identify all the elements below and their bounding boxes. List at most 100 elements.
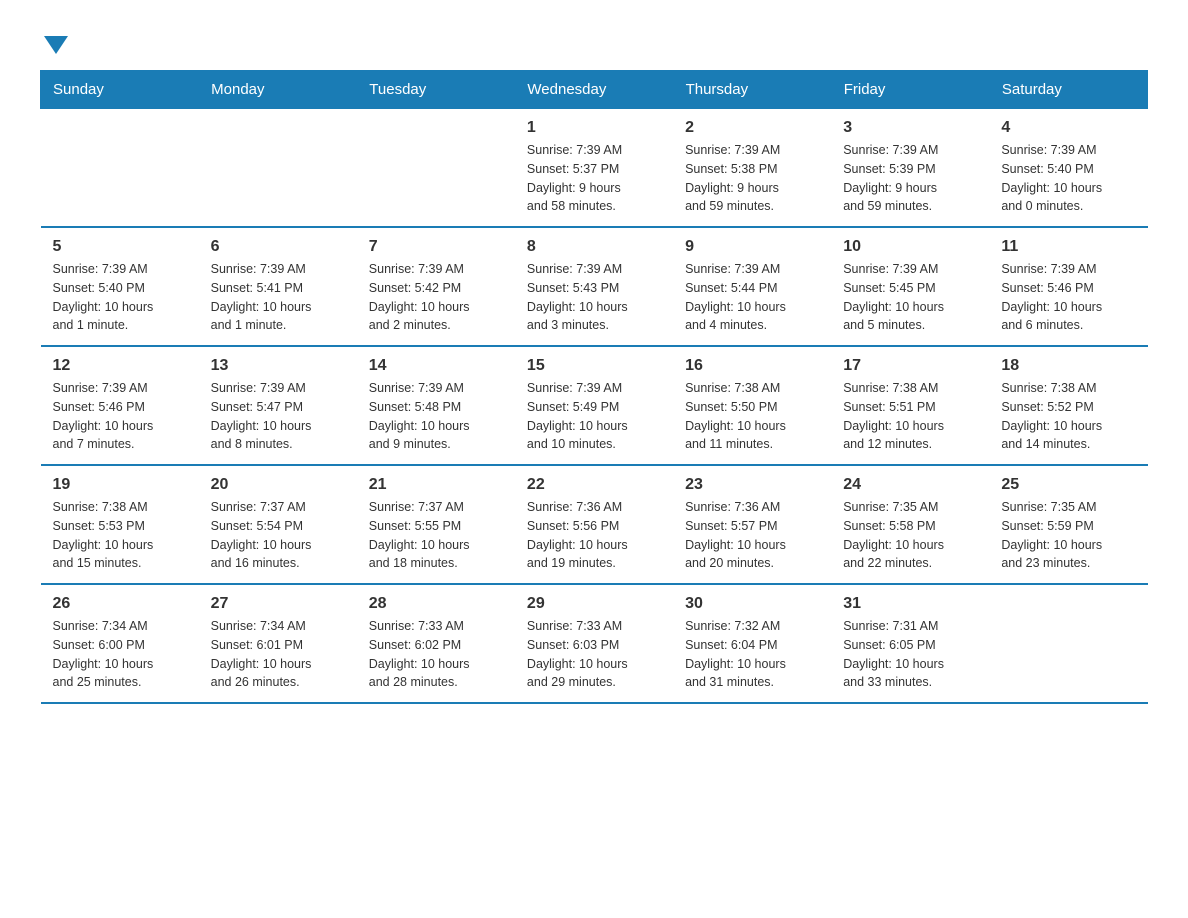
day-number: 21: [369, 476, 503, 494]
day-number: 11: [1001, 238, 1135, 256]
day-info: Sunrise: 7:33 AMSunset: 6:03 PMDaylight:…: [527, 617, 661, 692]
day-info: Sunrise: 7:39 AMSunset: 5:40 PMDaylight:…: [1001, 141, 1135, 216]
day-number: 26: [53, 595, 187, 613]
day-info: Sunrise: 7:38 AMSunset: 5:52 PMDaylight:…: [1001, 379, 1135, 454]
day-info: Sunrise: 7:33 AMSunset: 6:02 PMDaylight:…: [369, 617, 503, 692]
day-number: 30: [685, 595, 819, 613]
day-number: 9: [685, 238, 819, 256]
day-info: Sunrise: 7:39 AMSunset: 5:37 PMDaylight:…: [527, 141, 661, 216]
day-info: Sunrise: 7:38 AMSunset: 5:50 PMDaylight:…: [685, 379, 819, 454]
day-number: 25: [1001, 476, 1135, 494]
calendar-cell: 13 Sunrise: 7:39 AMSunset: 5:47 PMDayligh…: [199, 346, 357, 465]
day-info: Sunrise: 7:39 AMSunset: 5:49 PMDaylight:…: [527, 379, 661, 454]
calendar-cell: 18 Sunrise: 7:38 AMSunset: 5:52 PMDayligh…: [989, 346, 1147, 465]
week-row-4: 19 Sunrise: 7:38 AMSunset: 5:53 PMDayligh…: [41, 465, 1148, 584]
calendar-cell: 21 Sunrise: 7:37 AMSunset: 5:55 PMDayligh…: [357, 465, 515, 584]
day-info: Sunrise: 7:32 AMSunset: 6:04 PMDaylight:…: [685, 617, 819, 692]
calendar-cell: 22 Sunrise: 7:36 AMSunset: 5:56 PMDayligh…: [515, 465, 673, 584]
calendar-cell: 1 Sunrise: 7:39 AMSunset: 5:37 PMDaylight…: [515, 109, 673, 228]
day-number: 29: [527, 595, 661, 613]
day-info: Sunrise: 7:39 AMSunset: 5:46 PMDaylight:…: [53, 379, 187, 454]
header-sunday: Sunday: [41, 71, 199, 109]
calendar-cell: 5 Sunrise: 7:39 AMSunset: 5:40 PMDaylight…: [41, 227, 199, 346]
calendar-cell: 29 Sunrise: 7:33 AMSunset: 6:03 PMDayligh…: [515, 584, 673, 703]
day-info: Sunrise: 7:39 AMSunset: 5:43 PMDaylight:…: [527, 260, 661, 335]
logo-triangle-icon: [44, 36, 68, 54]
day-number: 13: [211, 357, 345, 375]
day-info: Sunrise: 7:39 AMSunset: 5:45 PMDaylight:…: [843, 260, 977, 335]
day-info: Sunrise: 7:37 AMSunset: 5:55 PMDaylight:…: [369, 498, 503, 573]
header-thursday: Thursday: [673, 71, 831, 109]
day-number: 14: [369, 357, 503, 375]
week-row-2: 5 Sunrise: 7:39 AMSunset: 5:40 PMDaylight…: [41, 227, 1148, 346]
week-row-3: 12 Sunrise: 7:39 AMSunset: 5:46 PMDayligh…: [41, 346, 1148, 465]
header-monday: Monday: [199, 71, 357, 109]
calendar-cell: 8 Sunrise: 7:39 AMSunset: 5:43 PMDaylight…: [515, 227, 673, 346]
day-info: Sunrise: 7:38 AMSunset: 5:51 PMDaylight:…: [843, 379, 977, 454]
day-info: Sunrise: 7:39 AMSunset: 5:46 PMDaylight:…: [1001, 260, 1135, 335]
calendar-cell: 27 Sunrise: 7:34 AMSunset: 6:01 PMDayligh…: [199, 584, 357, 703]
day-info: Sunrise: 7:39 AMSunset: 5:44 PMDaylight:…: [685, 260, 819, 335]
calendar-cell: 11 Sunrise: 7:39 AMSunset: 5:46 PMDayligh…: [989, 227, 1147, 346]
calendar-cell: 23 Sunrise: 7:36 AMSunset: 5:57 PMDayligh…: [673, 465, 831, 584]
calendar-cell: 15 Sunrise: 7:39 AMSunset: 5:49 PMDayligh…: [515, 346, 673, 465]
day-number: 10: [843, 238, 977, 256]
day-info: Sunrise: 7:39 AMSunset: 5:38 PMDaylight:…: [685, 141, 819, 216]
header-tuesday: Tuesday: [357, 71, 515, 109]
week-row-1: 1 Sunrise: 7:39 AMSunset: 5:37 PMDaylight…: [41, 109, 1148, 228]
day-info: Sunrise: 7:38 AMSunset: 5:53 PMDaylight:…: [53, 498, 187, 573]
day-number: 18: [1001, 357, 1135, 375]
day-number: 17: [843, 357, 977, 375]
header-wednesday: Wednesday: [515, 71, 673, 109]
calendar-body: 1 Sunrise: 7:39 AMSunset: 5:37 PMDaylight…: [41, 109, 1148, 704]
day-info: Sunrise: 7:34 AMSunset: 6:01 PMDaylight:…: [211, 617, 345, 692]
calendar-cell: [989, 584, 1147, 703]
day-number: 3: [843, 119, 977, 137]
calendar-cell: 3 Sunrise: 7:39 AMSunset: 5:39 PMDaylight…: [831, 109, 989, 228]
day-number: 4: [1001, 119, 1135, 137]
day-number: 20: [211, 476, 345, 494]
calendar-cell: 2 Sunrise: 7:39 AMSunset: 5:38 PMDaylight…: [673, 109, 831, 228]
day-number: 12: [53, 357, 187, 375]
calendar-cell: 12 Sunrise: 7:39 AMSunset: 5:46 PMDayligh…: [41, 346, 199, 465]
calendar-table: SundayMondayTuesdayWednesdayThursdayFrid…: [40, 70, 1148, 704]
calendar-cell: 28Sunrise: 7:33 AMSunset: 6:02 PMDayligh…: [357, 584, 515, 703]
day-number: 8: [527, 238, 661, 256]
logo: [40, 30, 68, 50]
calendar-cell: 25 Sunrise: 7:35 AMSunset: 5:59 PMDayligh…: [989, 465, 1147, 584]
day-info: Sunrise: 7:39 AMSunset: 5:42 PMDaylight:…: [369, 260, 503, 335]
day-info: Sunrise: 7:39 AMSunset: 5:39 PMDaylight:…: [843, 141, 977, 216]
calendar-cell: 31Sunrise: 7:31 AMSunset: 6:05 PMDayligh…: [831, 584, 989, 703]
day-info: Sunrise: 7:39 AMSunset: 5:40 PMDaylight:…: [53, 260, 187, 335]
day-number: 22: [527, 476, 661, 494]
day-info: Sunrise: 7:31 AMSunset: 6:05 PMDaylight:…: [843, 617, 977, 692]
calendar-cell: 9 Sunrise: 7:39 AMSunset: 5:44 PMDaylight…: [673, 227, 831, 346]
day-number: 24: [843, 476, 977, 494]
day-number: 23: [685, 476, 819, 494]
calendar-cell: 10 Sunrise: 7:39 AMSunset: 5:45 PMDayligh…: [831, 227, 989, 346]
calendar-cell: [41, 109, 199, 228]
day-info: Sunrise: 7:34 AMSunset: 6:00 PMDaylight:…: [53, 617, 187, 692]
calendar-cell: [199, 109, 357, 228]
calendar-cell: 6 Sunrise: 7:39 AMSunset: 5:41 PMDaylight…: [199, 227, 357, 346]
day-info: Sunrise: 7:36 AMSunset: 5:56 PMDaylight:…: [527, 498, 661, 573]
calendar-cell: 14Sunrise: 7:39 AMSunset: 5:48 PMDayligh…: [357, 346, 515, 465]
week-row-5: 26 Sunrise: 7:34 AMSunset: 6:00 PMDayligh…: [41, 584, 1148, 703]
header-friday: Friday: [831, 71, 989, 109]
day-info: Sunrise: 7:39 AMSunset: 5:47 PMDaylight:…: [211, 379, 345, 454]
day-info: Sunrise: 7:39 AMSunset: 5:41 PMDaylight:…: [211, 260, 345, 335]
day-number: 5: [53, 238, 187, 256]
day-info: Sunrise: 7:36 AMSunset: 5:57 PMDaylight:…: [685, 498, 819, 573]
day-number: 2: [685, 119, 819, 137]
day-info: Sunrise: 7:37 AMSunset: 5:54 PMDaylight:…: [211, 498, 345, 573]
calendar-cell: 4 Sunrise: 7:39 AMSunset: 5:40 PMDaylight…: [989, 109, 1147, 228]
day-number: 19: [53, 476, 187, 494]
calendar-cell: [357, 109, 515, 228]
day-info: Sunrise: 7:35 AMSunset: 5:59 PMDaylight:…: [1001, 498, 1135, 573]
day-number: 6: [211, 238, 345, 256]
header-saturday: Saturday: [989, 71, 1147, 109]
day-number: 27: [211, 595, 345, 613]
day-number: 1: [527, 119, 661, 137]
day-number: 15: [527, 357, 661, 375]
day-number: 16: [685, 357, 819, 375]
